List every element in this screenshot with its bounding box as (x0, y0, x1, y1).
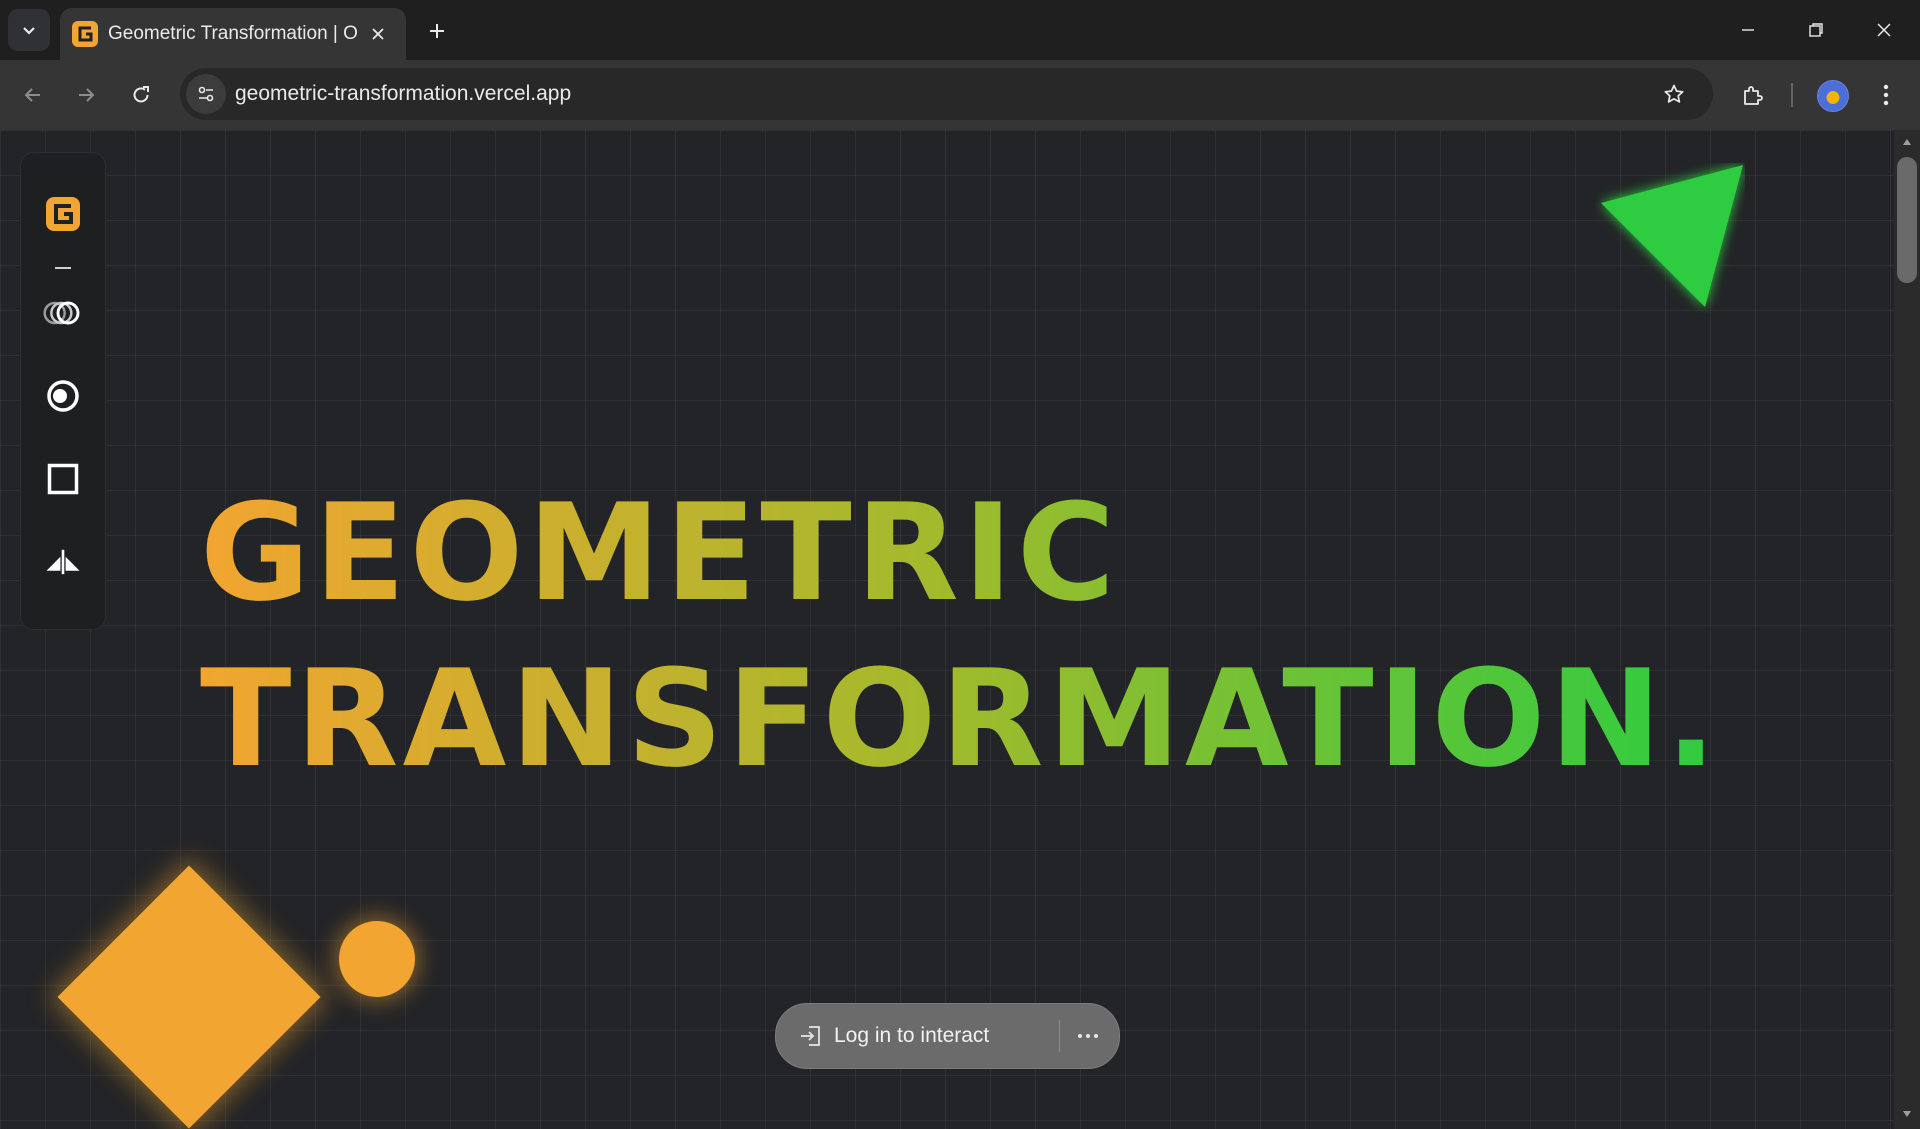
scroll-down-button[interactable] (1899, 1106, 1915, 1122)
arrow-right-icon (79, 88, 95, 102)
scrollbar-thumb[interactable] (1897, 157, 1917, 283)
hero-title-line-1: GEOMETRIC (200, 475, 1120, 631)
square-outline-icon (47, 463, 79, 495)
mirror-triangles-icon (46, 549, 80, 575)
kebab-menu-icon (1883, 84, 1889, 106)
address-bar[interactable]: geometric-transformation.vercel.app (180, 68, 1713, 120)
toolbar-divider (1791, 83, 1793, 107)
menu-button[interactable] (1866, 75, 1906, 115)
puzzle-icon (1744, 86, 1763, 105)
login-button[interactable]: Log in to interact (798, 1018, 989, 1054)
hero-title: GEOMETRIC TRANSFORMATION. (200, 470, 1720, 802)
browser-tab[interactable]: Geometric Transformation | OS (60, 8, 406, 60)
sidebar-divider (55, 267, 71, 269)
sidebar-item-reflection[interactable] (43, 542, 83, 582)
sidebar-item-dilation[interactable] (43, 459, 83, 499)
sidebar-item-logo[interactable] (43, 194, 83, 234)
browser-tab-strip: Geometric Transformation | OS (0, 0, 1920, 60)
orange-circle-shape[interactable] (339, 921, 415, 997)
extensions-button[interactable] (1733, 75, 1773, 115)
scroll-up-button[interactable] (1899, 134, 1915, 150)
sidebar-item-translation[interactable] (43, 293, 83, 333)
site-info-button[interactable] (186, 74, 226, 114)
reload-button[interactable] (121, 75, 161, 115)
login-toolbar: Log in to interact (775, 1003, 1120, 1069)
tab-title: Geometric Transformation | OS (108, 23, 358, 44)
login-arrow-icon (801, 1026, 820, 1046)
sidebar (20, 152, 106, 630)
arrow-left-icon (24, 88, 40, 102)
sidebar-item-rotation[interactable] (43, 376, 83, 416)
restore-icon (1809, 23, 1823, 37)
green-triangle-shape[interactable] (1595, 163, 1745, 313)
tune-icon (198, 86, 214, 102)
close-icon (372, 28, 384, 40)
url-text[interactable]: geometric-transformation.vercel.app (235, 81, 571, 107)
radio-circle-icon (47, 380, 79, 412)
tab-search-button[interactable] (8, 9, 50, 51)
close-window-button[interactable] (1860, 8, 1908, 52)
login-label: Log in to interact (834, 1024, 990, 1047)
g-logo-icon (72, 21, 98, 47)
login-divider (1059, 1020, 1060, 1052)
page-canvas: GEOMETRIC TRANSFORMATION. Log in to inte… (0, 130, 1894, 1129)
forward-button[interactable] (66, 75, 106, 115)
reload-icon (133, 86, 149, 103)
tab-close-button[interactable] (364, 20, 392, 48)
overlapping-rings-icon (43, 301, 80, 325)
avatar[interactable] (1817, 80, 1849, 112)
triangle-up-icon (1903, 139, 1911, 145)
g-logo-icon (46, 197, 80, 231)
ellipsis-icon (1078, 1034, 1098, 1038)
back-button[interactable] (13, 75, 53, 115)
orange-diamond-shape[interactable] (57, 865, 321, 1129)
minimize-icon (1742, 29, 1754, 31)
plus-icon (430, 24, 444, 38)
triangle-down-icon (1903, 1111, 1911, 1117)
browser-toolbar: geometric-transformation.vercel.app (0, 60, 1920, 130)
more-options-button[interactable] (1068, 1016, 1108, 1056)
chevron-down-icon (23, 27, 35, 35)
close-icon (1877, 23, 1891, 37)
new-tab-button[interactable] (420, 14, 454, 48)
minimize-button[interactable] (1724, 8, 1772, 52)
bookmark-button[interactable] (1656, 76, 1692, 112)
hero-title-line-2: TRANSFORMATION. (200, 641, 1721, 797)
restore-button[interactable] (1792, 8, 1840, 52)
star-icon (1664, 84, 1684, 103)
